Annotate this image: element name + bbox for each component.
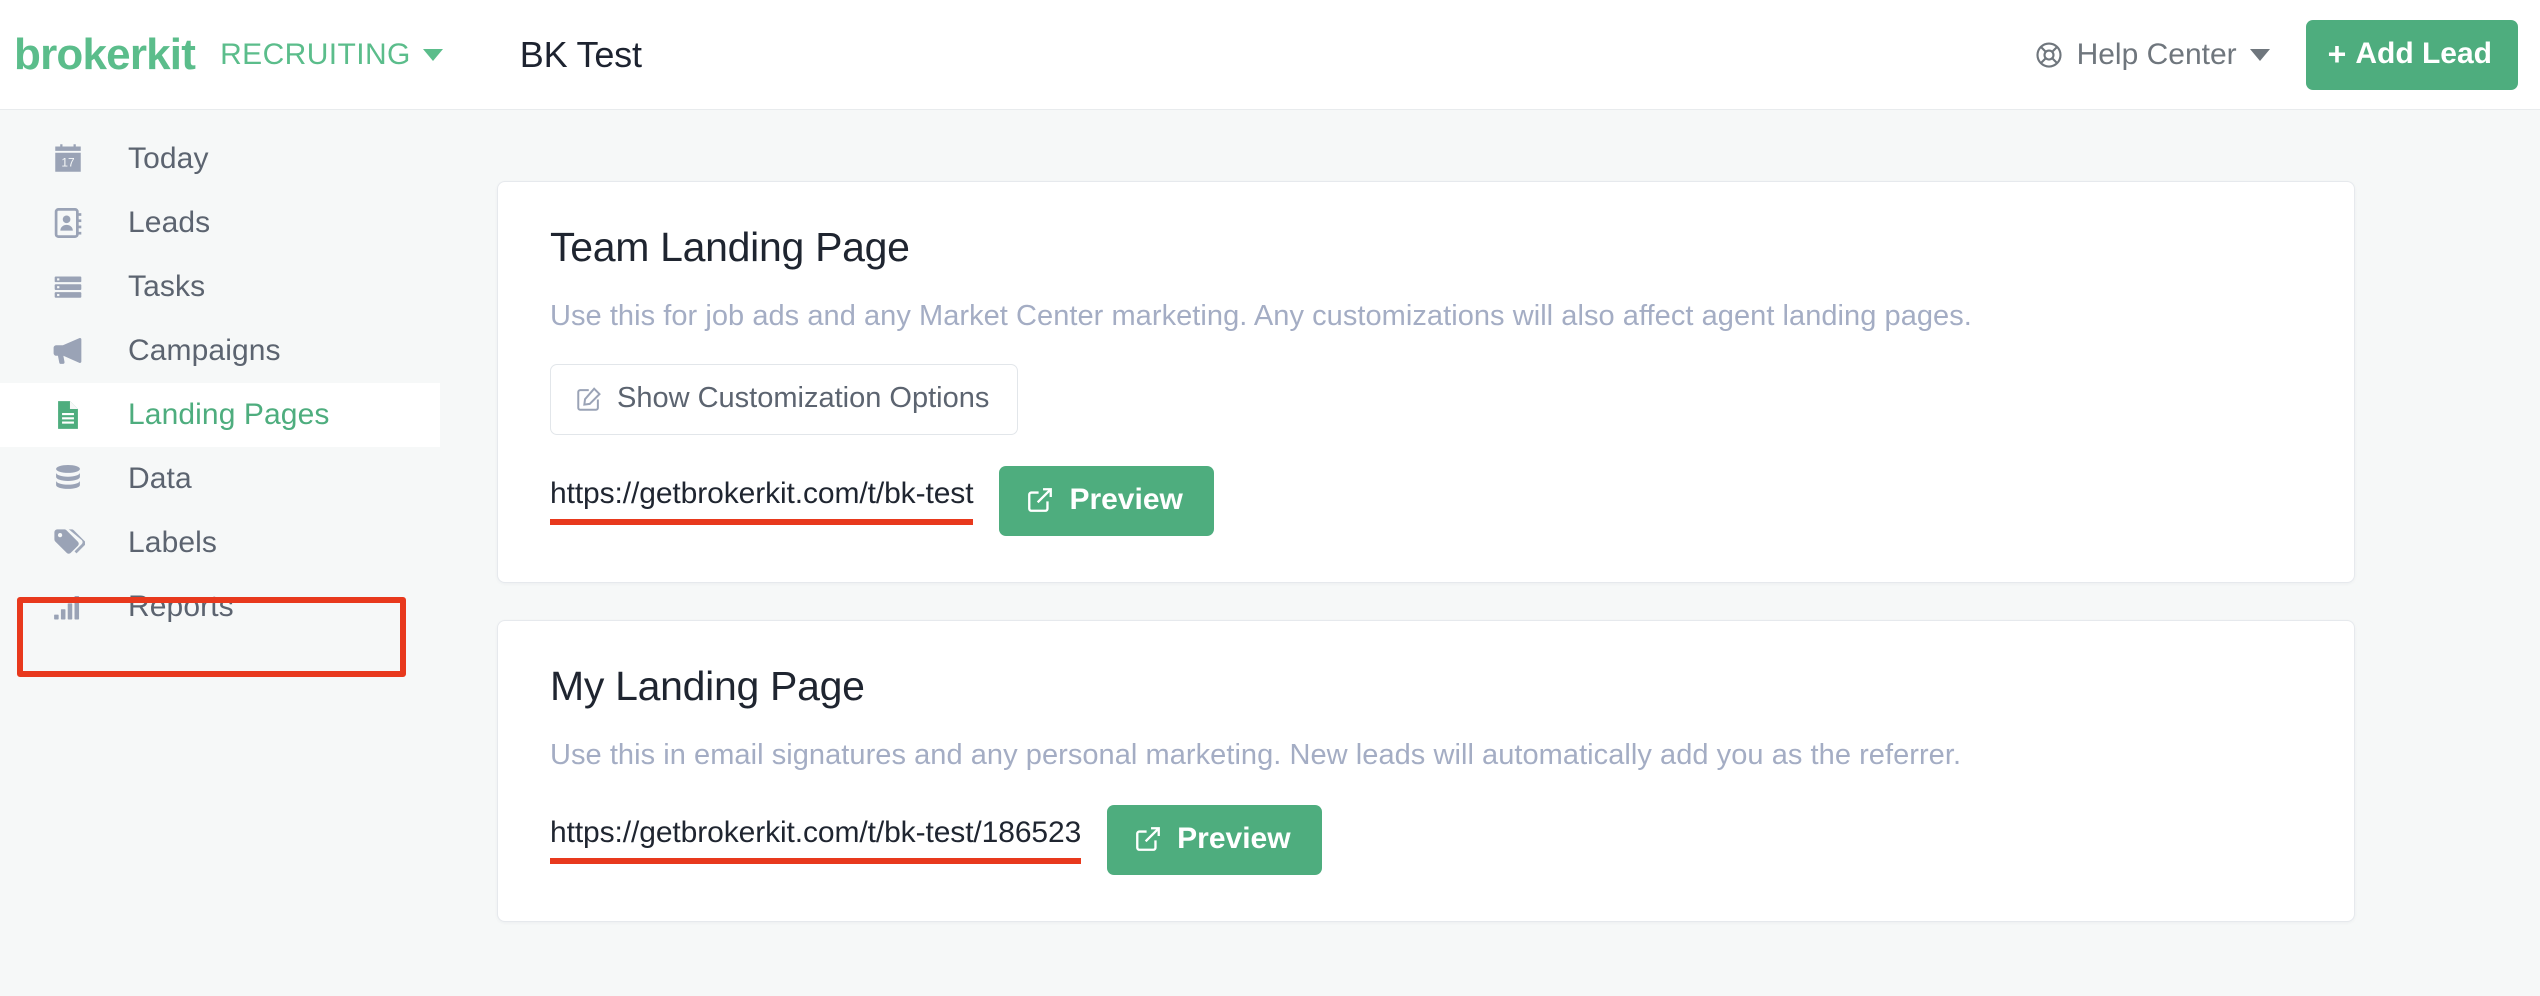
preview-my-landing-page-button[interactable]: Preview [1107,804,1322,875]
document-icon [46,398,90,432]
edit-pencil-icon [575,385,603,413]
sidebar-item-tasks[interactable]: Tasks [0,255,440,319]
mode-switcher-dropdown[interactable]: RECRUITING [220,38,443,72]
my-landing-page-url[interactable]: https://getbrokerkit.com/t/bk-test/18652… [550,816,1081,864]
bar-chart-icon [46,590,90,624]
url-row: https://getbrokerkit.com/t/bk-test Previ… [550,466,2302,537]
task-list-icon [46,270,90,304]
sidebar-item-label: Campaigns [128,334,281,367]
card-title: Team Landing Page [550,224,910,270]
sidebar-item-leads[interactable]: Leads [0,191,440,255]
card-description: Use this in email signatures and any per… [550,739,1962,772]
url-text: https://getbrokerkit.com/t/bk-test [550,477,974,511]
team-landing-page-card: Team Landing Page Use this for job ads a… [497,181,2355,584]
help-center-dropdown[interactable]: Help Center [2034,38,2270,72]
sidebar-item-data[interactable]: Data [0,447,440,511]
brokerkit-logo[interactable]: brokerkit [14,32,196,77]
chevron-down-icon [2249,48,2270,61]
sidebar-item-label: Reports [128,590,234,623]
top-header-bar: brokerkit RECRUITING BK Test Help Center… [0,0,2540,110]
url-text: https://getbrokerkit.com/t/bk-test/18652… [550,815,1082,849]
sidebar-navigation: 17 Today Leads Tasks Campaigns Landing P… [0,110,440,996]
sidebar-item-label: Today [128,142,209,175]
chevron-down-icon [422,48,443,61]
add-lead-label: Add Lead [2355,36,2492,70]
sidebar-item-label: Labels [128,526,218,559]
show-customization-options-button[interactable]: Show Customization Options [550,364,1019,436]
page-title: BK Test [519,33,642,75]
svg-text:17: 17 [61,155,74,169]
external-link-icon [1134,825,1162,853]
header-actions: Help Center + Add Lead [2034,19,2540,90]
sidebar-item-label: Data [128,462,192,495]
plus-icon: + [2327,35,2347,72]
sidebar-item-landing-pages[interactable]: Landing Pages [0,383,440,447]
url-row: https://getbrokerkit.com/t/bk-test/18652… [550,804,2302,875]
tag-icon [46,526,90,560]
annotation-underline [550,857,1082,864]
external-link-icon [1026,486,1054,514]
lifebuoy-icon [2034,40,2064,70]
preview-label: Preview [1069,483,1183,517]
calendar-icon: 17 [46,142,90,176]
sidebar-item-labels[interactable]: Labels [0,511,440,575]
main-content: Team Landing Page Use this for job ads a… [440,110,2540,996]
megaphone-icon [46,333,90,369]
sidebar-item-label: Leads [128,206,211,239]
annotation-underline [550,519,974,526]
sidebar-item-label: Tasks [128,270,206,303]
sidebar-item-label: Landing Pages [128,398,330,431]
sidebar-item-today[interactable]: 17 Today [0,127,440,191]
card-title: My Landing Page [550,663,865,710]
team-landing-page-url[interactable]: https://getbrokerkit.com/t/bk-test [550,477,974,526]
my-landing-page-card: My Landing Page Use this in email signat… [497,620,2355,922]
card-description: Use this for job ads and any Market Cent… [550,300,1972,333]
preview-team-landing-page-button[interactable]: Preview [999,466,1214,537]
address-book-icon [46,206,90,240]
sidebar-item-campaigns[interactable]: Campaigns [0,319,440,383]
add-lead-button[interactable]: + Add Lead [2305,19,2518,90]
preview-label: Preview [1177,821,1291,855]
database-icon [46,462,90,496]
sidebar-item-reports[interactable]: Reports [0,575,440,639]
show-customization-options-label: Show Customization Options [617,382,990,415]
mode-switcher-label: RECRUITING [220,37,411,71]
help-center-label: Help Center [2076,37,2237,71]
